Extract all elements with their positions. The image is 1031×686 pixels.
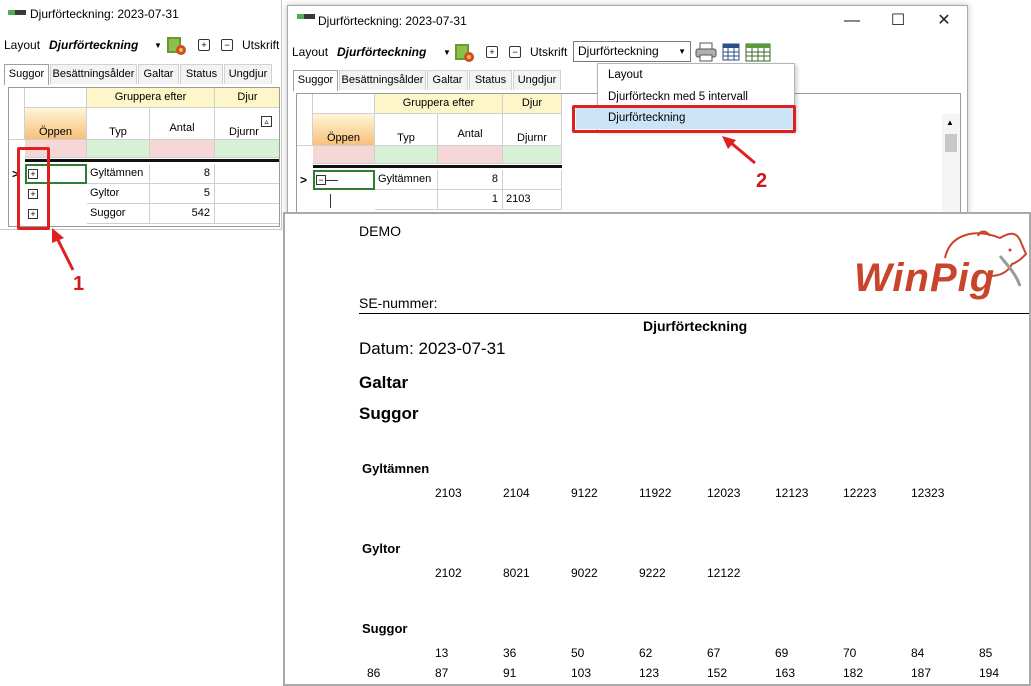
callout-number-2: 2 [756,170,768,192]
callout-number-1: 1 [73,273,85,295]
arrow-icon-1 [52,228,75,271]
arrow-icon-2 [722,136,756,165]
annotation-arrows [52,136,756,271]
